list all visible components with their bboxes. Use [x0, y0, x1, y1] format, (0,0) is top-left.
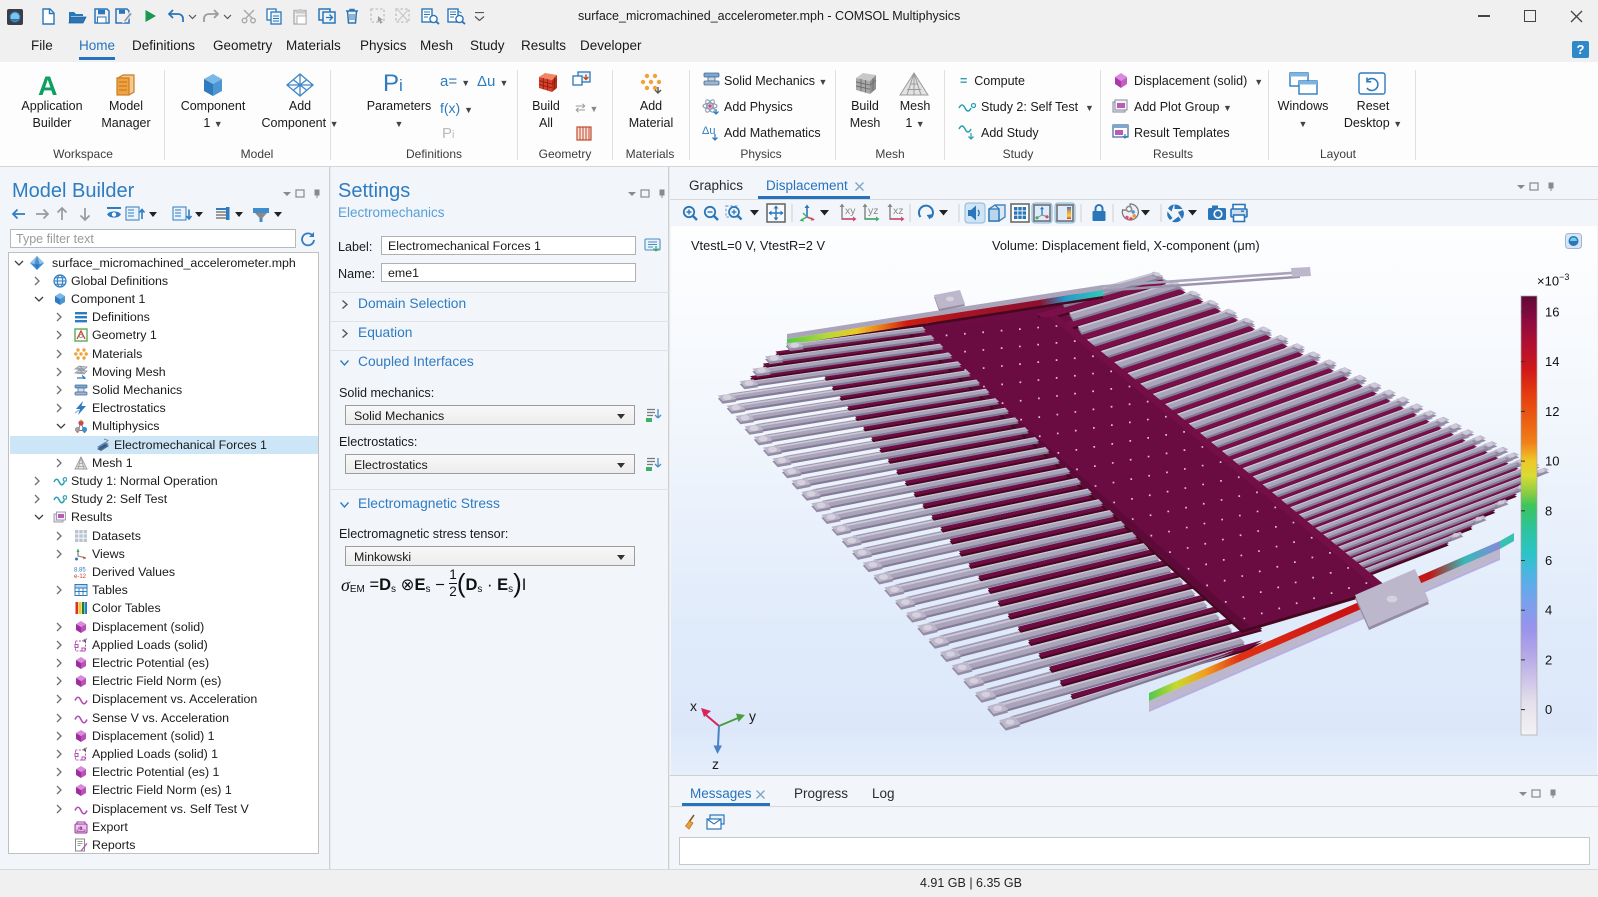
svg-text:8: 8	[1545, 503, 1552, 518]
svg-text:16: 16	[1545, 305, 1559, 320]
svg-text:4: 4	[1545, 603, 1552, 618]
svg-text:12: 12	[1545, 404, 1559, 419]
svg-text:2: 2	[1545, 652, 1552, 667]
svg-text:xy: xy	[845, 205, 856, 217]
svg-text:y: y	[749, 708, 756, 724]
svg-text:10: 10	[1545, 454, 1559, 469]
svg-text:yz: yz	[868, 205, 879, 217]
svg-text:6: 6	[1545, 553, 1552, 568]
svg-text:z: z	[712, 756, 719, 772]
svg-text:xz: xz	[893, 205, 904, 217]
svg-text:x: x	[690, 698, 697, 714]
svg-text:0: 0	[1545, 702, 1552, 717]
svg-text:14: 14	[1545, 354, 1559, 369]
svg-text:Δu: Δu	[702, 125, 715, 137]
